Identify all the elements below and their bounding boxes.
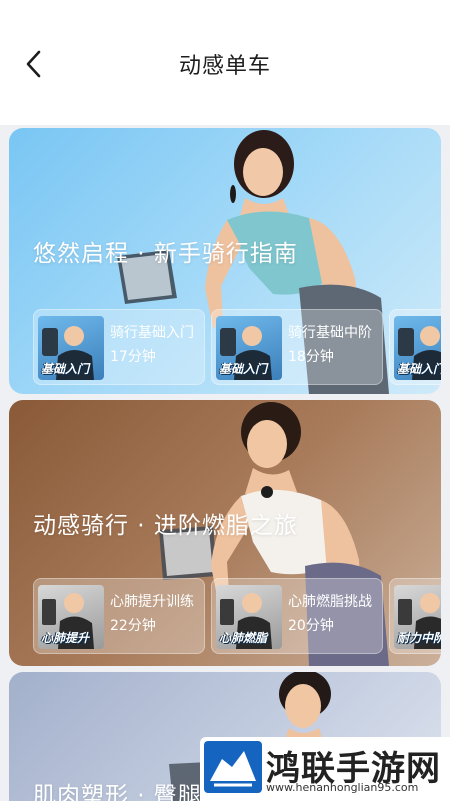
lesson-thumbnail: 心肺燃脂 bbox=[216, 585, 282, 649]
lesson-name: 心肺提升训练 bbox=[110, 594, 194, 610]
lesson-name: 骑行基础入门 bbox=[110, 325, 194, 341]
lesson-item[interactable]: 基础入门 骑行基础中阶 18分钟 bbox=[211, 309, 383, 385]
course-list: 悠然启程 · 新手骑行指南 基础入门 骑行基础入门 17分钟 基础入门 骑行基础… bbox=[0, 125, 450, 801]
course-card-beginner[interactable]: 悠然启程 · 新手骑行指南 基础入门 骑行基础入门 17分钟 基础入门 骑行基础… bbox=[9, 128, 441, 394]
lesson-name: 心肺燃脂挑战 bbox=[288, 594, 372, 610]
watermark-url: www.henanhonglian95.com bbox=[266, 781, 419, 794]
page-title: 动感单车 bbox=[178, 54, 271, 79]
lesson-duration: 17分钟 bbox=[110, 349, 156, 365]
lesson-thumbnail: 耐力中阶 bbox=[394, 585, 441, 649]
lesson-item[interactable]: 心肺提升 心肺提升训练 22分钟 bbox=[33, 578, 205, 654]
lesson-item[interactable]: 耐力中阶 bbox=[389, 578, 441, 654]
lesson-thumbnail: 基础入门 bbox=[216, 316, 282, 380]
course-card-advanced[interactable]: 动感骑行 · 进阶燃脂之旅 心肺提升 心肺提升训练 22分钟 心肺燃脂 心肺燃脂… bbox=[9, 400, 441, 666]
lesson-item[interactable]: 基础入门 bbox=[389, 309, 441, 385]
watermark-logo bbox=[204, 741, 262, 793]
lesson-item[interactable]: 基础入门 骑行基础入门 17分钟 bbox=[33, 309, 205, 385]
course-title: 悠然启程 · 新手骑行指南 bbox=[33, 241, 298, 267]
course-title: 肌肉塑形 · 臀腿 bbox=[33, 783, 202, 801]
lesson-thumbnail: 心肺提升 bbox=[38, 585, 104, 649]
lesson-item[interactable]: 心肺燃脂 心肺燃脂挑战 20分钟 bbox=[211, 578, 383, 654]
lesson-thumbnail: 基础入门 bbox=[394, 316, 441, 380]
app-header: 动感单车 bbox=[0, 0, 450, 125]
lesson-row: 心肺提升 心肺提升训练 22分钟 心肺燃脂 心肺燃脂挑战 20分钟 耐力中阶 bbox=[33, 578, 441, 654]
lesson-row: 基础入门 骑行基础入门 17分钟 基础入门 骑行基础中阶 18分钟 基础入门 bbox=[33, 309, 441, 385]
course-title: 动感骑行 · 进阶燃脂之旅 bbox=[33, 513, 298, 539]
lesson-duration: 22分钟 bbox=[110, 618, 156, 634]
lesson-thumbnail: 基础入门 bbox=[38, 316, 104, 380]
lesson-duration: 20分钟 bbox=[288, 618, 334, 634]
lesson-name: 骑行基础中阶 bbox=[288, 325, 372, 341]
lesson-duration: 18分钟 bbox=[288, 349, 334, 365]
watermark: 鸿联手游网 www.henanhonglian95.com bbox=[200, 737, 450, 801]
